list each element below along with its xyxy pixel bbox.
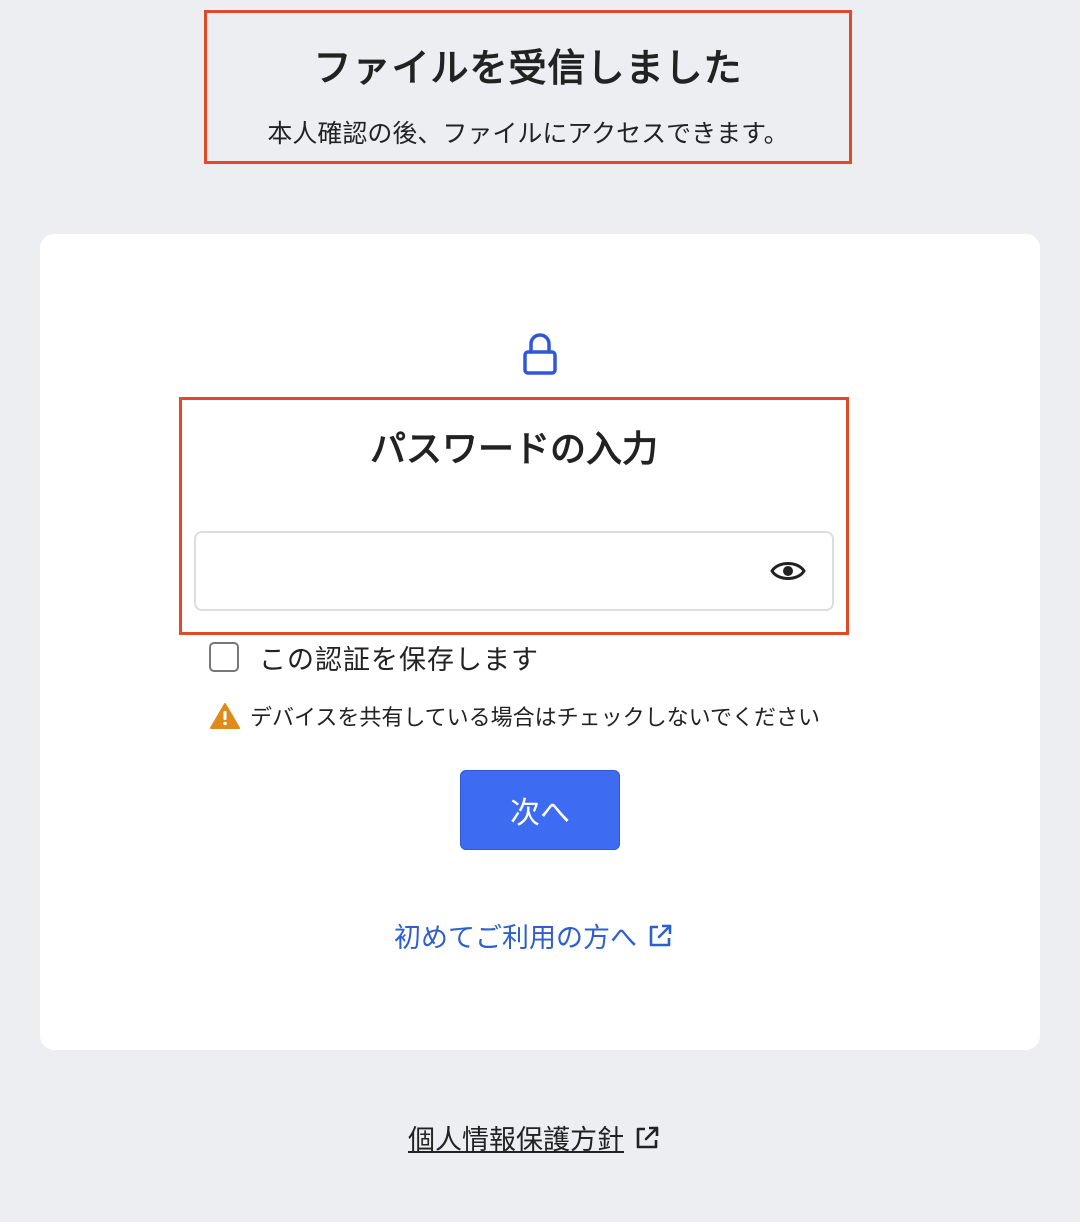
page-title: ファイルを受信しました (313, 46, 743, 90)
warning-text: デバイスを共有している場合はチェックしないでください (250, 706, 821, 731)
remember-label[interactable]: この認証を保存します (259, 638, 539, 677)
external-link-icon (649, 924, 672, 946)
page-subtitle: 本人確認の後、ファイルにアクセスできます。 (267, 119, 789, 148)
next-button[interactable]: 次へ (460, 770, 620, 850)
first-time-link[interactable]: 初めてご利用の方へ (394, 916, 673, 955)
password-title: パスワードの入力 (369, 429, 658, 470)
eye-icon[interactable] (770, 557, 806, 585)
page: ファイルを受信しました 本人確認の後、ファイルにアクセスできます。 パスワードの… (0, 0, 1080, 1222)
privacy-policy-label[interactable]: 個人情報保護方針 (408, 1118, 624, 1157)
password-field (194, 531, 834, 611)
warning-row: デバイスを共有している場合はチェックしないでください (210, 700, 820, 732)
header-section: ファイルを受信しました 本人確認の後、ファイルにアクセスできます。 (204, 10, 852, 164)
privacy-policy-link[interactable]: 個人情報保護方針 (408, 1118, 660, 1157)
lock-icon (523, 333, 557, 375)
external-link-icon (636, 1126, 659, 1148)
warning-icon (210, 703, 240, 729)
remember-checkbox[interactable] (209, 642, 239, 672)
password-section: パスワードの入力 (179, 397, 849, 635)
remember-row: この認証を保存します (209, 638, 539, 677)
password-input[interactable] (210, 547, 754, 597)
first-time-link-label[interactable]: 初めてご利用の方へ (394, 916, 637, 955)
